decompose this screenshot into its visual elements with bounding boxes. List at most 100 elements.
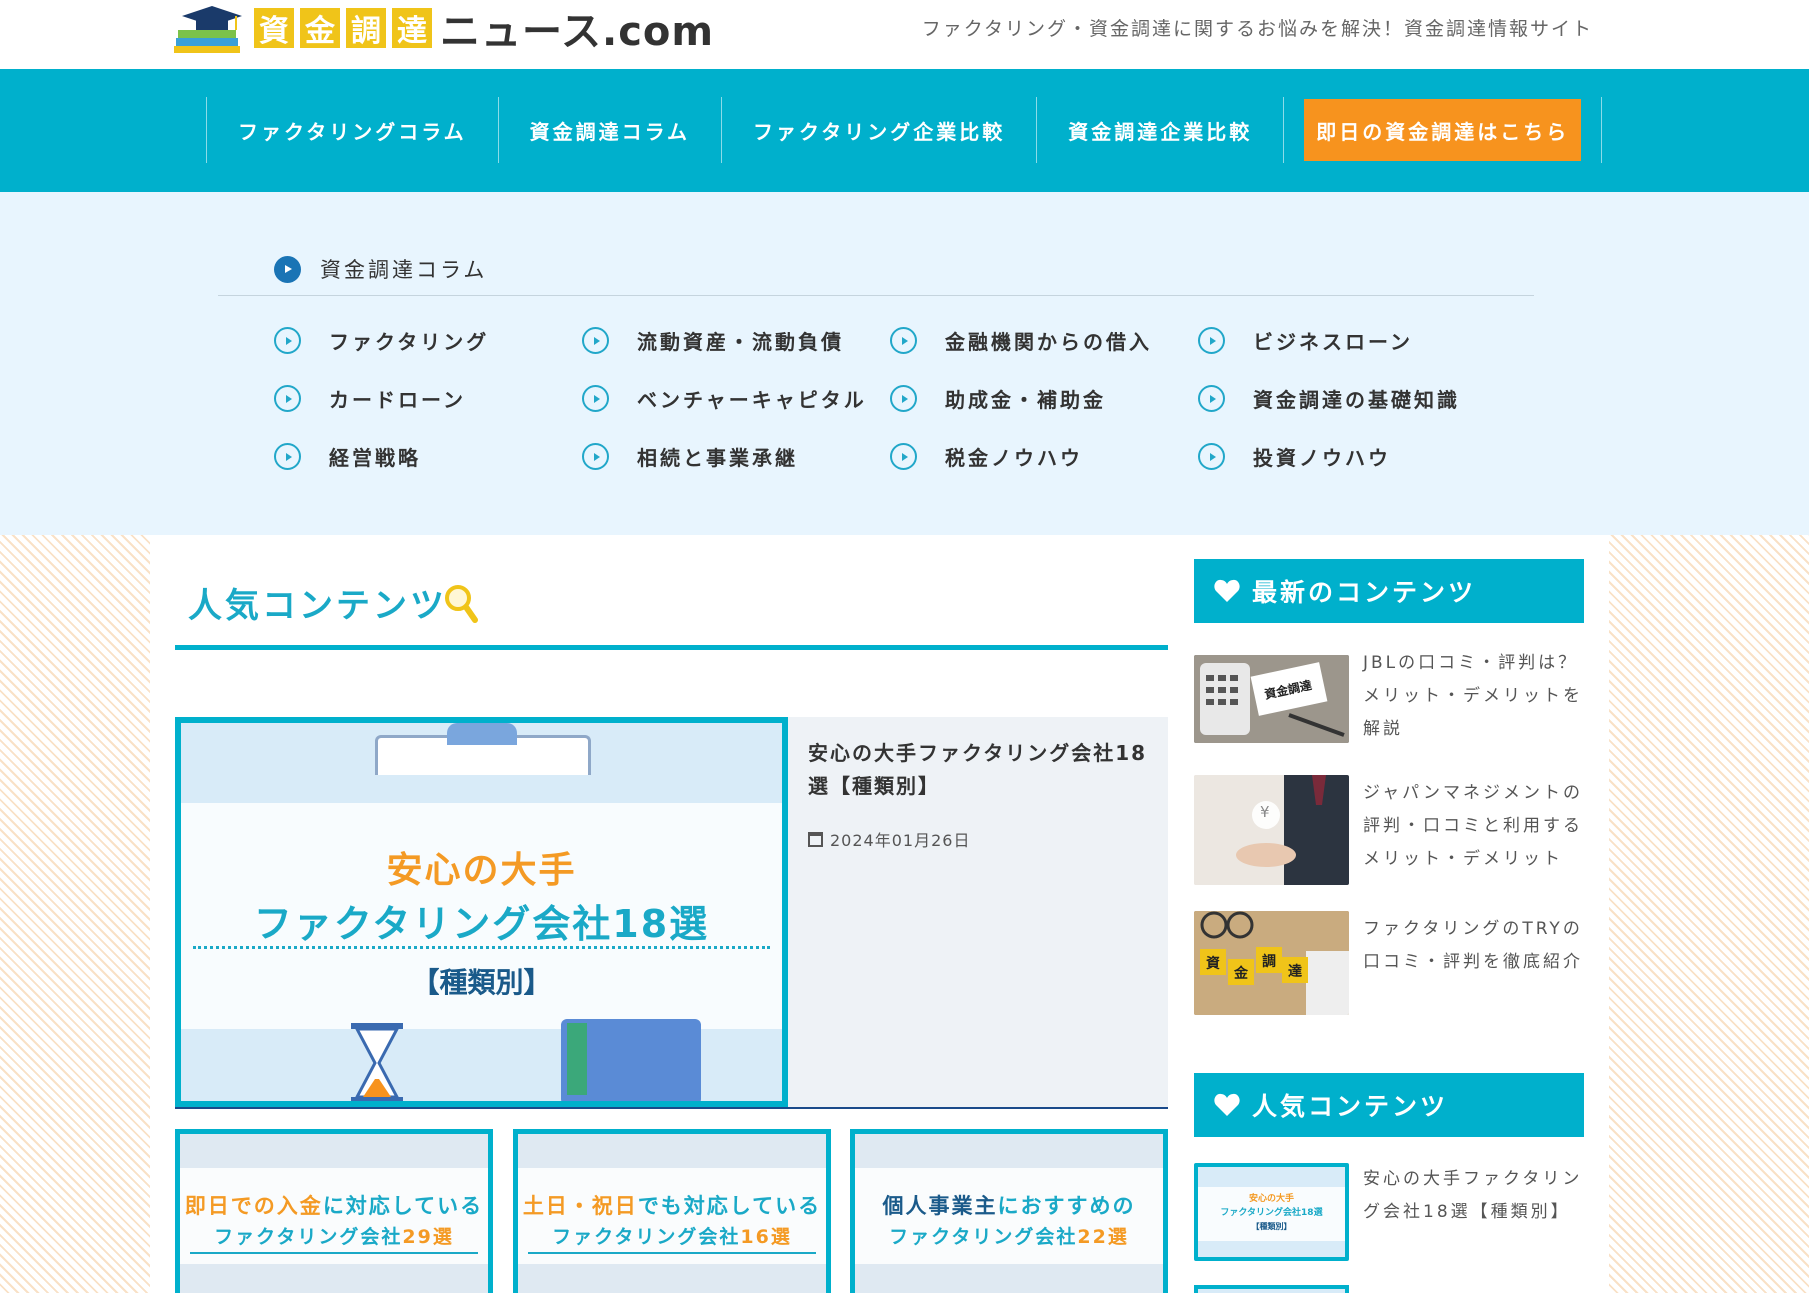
hourglass-icon [351,1023,403,1101]
nav-item-factoring-compare[interactable]: ファクタリング企業比較 [722,97,1038,163]
featured-article[interactable]: 安心の大手 ファクタリング会社18選 【種類別】 安心の大手ファクタリング会社1… [175,717,1168,1109]
menu-item-label: 税金ノウハウ [945,445,1083,470]
mega-menu-grid: ファクタリング 流動資産・流動負債 金融機関からの借入 ビジネスローン カードロ… [274,326,1474,470]
nav-item-factoring-column[interactable]: ファクタリングコラム [207,97,499,163]
card-line2: ファクタリング会社22選 [855,1222,1163,1249]
menu-item[interactable]: 助成金・補助金 [890,384,1198,412]
sidebar-heading-label: 人気コンテンツ [1252,1092,1449,1121]
section-title-popular: 人気コンテンツ [188,586,447,626]
featured-article-date: 2024年01月26日 [808,827,970,851]
logo-text: ニュース.com [440,9,715,55]
thumb-line2: ファクタリング会社18選 [1220,1208,1323,1218]
section-rule [175,645,1168,650]
sidebar-latest-item[interactable]: 資 金 調 達 ファクタリングのTRYの口コミ・評判を徹底紹介 [1194,911,1584,1015]
thumb-line1: 安心の大手 [1248,1194,1294,1204]
block-char: 達 [1288,964,1302,980]
logo-char: 資 [252,6,296,50]
card-highlight: 土日・祝日 [522,1194,638,1218]
menu-item[interactable]: カードローン [274,384,582,412]
menu-item[interactable]: ファクタリング [274,326,582,354]
card-text: ファクタリング会社 [889,1226,1078,1248]
card-text: におすすめの [997,1194,1136,1218]
calendar-icon [808,831,823,847]
play-circle-icon [1198,442,1225,470]
article-thumbnail-partial[interactable] [1194,1285,1349,1293]
sidebar-popular-item[interactable]: 安心の大手 ファクタリング会社18選 【種類別】 安心の大手ファクタリング会社1… [1194,1163,1584,1263]
featured-article-title[interactable]: 安心の大手ファクタリング会社18選【種類別】 [808,737,1158,803]
person-leg [567,1023,587,1095]
clipboard-clip [447,723,517,745]
card-count: 29選 [402,1226,454,1248]
card-rule [190,1252,478,1254]
card-count: 16選 [740,1226,792,1248]
menu-item-label: 資金調達の基礎知識 [1253,387,1460,412]
block-char: 資 [1206,956,1220,972]
card-highlight: 個人事業主 [882,1194,998,1218]
nav-item-funding-column[interactable]: 資金調達コラム [499,97,723,163]
dotted-divider [193,946,770,949]
card-text: ファクタリング会社 [214,1226,403,1248]
sidebar-heading-label: 最新のコンテンツ [1252,578,1477,607]
article-thumbnail: 安心の大手 ファクタリング会社18選 【種類別】 [1194,1163,1349,1261]
menu-item[interactable]: 税金ノウハウ [890,442,1198,470]
thumb-line3: 【種類別】 [1251,1222,1292,1231]
featured-image-line3: 【種類別】 [411,966,552,999]
graduation-cap-icon [174,6,242,53]
sidebar-item-title: ジャパンマネジメントの評判・口コミと利用するメリット・デメリット [1363,783,1583,869]
menu-item-label: ファクタリング [329,329,490,354]
article-card[interactable]: 即日での入金に対応している ファクタリング会社29選 [175,1129,493,1293]
article-card[interactable]: 個人事業主におすすめの ファクタリング会社22選 [850,1129,1168,1293]
menu-item-label: 流動資産・流動負債 [637,329,844,354]
date-text: 2024年01月26日 [830,831,971,850]
menu-item[interactable]: 相続と事業承継 [582,442,890,470]
menu-item[interactable]: ベンチャーキャピタル [582,384,890,412]
yen-symbol: ¥ [1260,803,1270,821]
featured-image-line1: 安心の大手 [386,850,577,891]
featured-article-image[interactable]: 安心の大手 ファクタリング会社18選 【種類別】 [175,717,788,1107]
menu-item-label: カードローン [329,387,466,412]
logo-char: 達 [390,6,434,50]
global-nav: ファクタリングコラム 資金調達コラム ファクタリング企業比較 資金調達企業比較 … [0,69,1809,192]
play-circle-icon [890,326,917,354]
same-day-funding-button[interactable]: 即日の資金調達はこちら [1304,99,1582,161]
menu-item[interactable]: 投資ノウハウ [1198,442,1506,470]
article-thumbnail: 資 金 調 達 [1194,911,1349,1015]
background-stripes-right [1609,535,1809,1293]
card-line1: 即日での入金に対応している [180,1190,488,1220]
menu-item-label: 金融機関からの借入 [945,329,1152,354]
sidebar-item-title: ファクタリングのTRYの口コミ・評判を徹底紹介 [1363,919,1583,972]
heart-icon [1214,1093,1240,1116]
logo-boxes: 資 金 調 達 [252,6,436,50]
menu-item[interactable]: 資金調達の基礎知識 [1198,384,1506,412]
block-char: 金 [1234,966,1248,982]
play-circle-icon [890,442,917,470]
logo-char: 調 [344,6,388,50]
menu-item[interactable]: 金融機関からの借入 [890,326,1198,354]
play-circle-icon [274,442,301,470]
menu-item[interactable]: 流動資産・流動負債 [582,326,890,354]
card-highlight: 即日での入金 [184,1194,323,1218]
mega-menu-heading[interactable]: 資金調達コラム [218,242,1534,296]
mega-menu-heading-label: 資金調達コラム [320,257,488,282]
site-header: 資 金 調 達 ニュース.com ファクタリング・資金調達に関するお悩みを解決！… [0,0,1809,69]
sidebar-latest-item[interactable]: ¥ ジャパンマネジメントの評判・口コミと利用するメリット・デメリット [1194,775,1584,885]
site-logo[interactable]: 資 金 調 達 ニュース.com [172,2,715,55]
article-card[interactable]: 土日・祝日でも対応している ファクタリング会社16選 [513,1129,831,1293]
menu-item-label: 経営戦略 [329,445,421,470]
businessman-illustration [1194,775,1349,885]
sidebar-latest-item[interactable]: 資金調達 JBLの口コミ・評判は？メリット・デメリットを解説 [1194,653,1584,745]
menu-item-label: ベンチャーキャピタル [637,387,867,412]
menu-item[interactable]: ビジネスローン [1198,326,1506,354]
menu-item[interactable]: 経営戦略 [274,442,582,470]
nav-item-funding-compare[interactable]: 資金調達企業比較 [1037,97,1285,163]
card-line2: ファクタリング会社29選 [180,1222,488,1249]
site-tagline: ファクタリング・資金調達に関するお悩みを解決！資金調達情報サイト [921,18,1593,40]
play-circle-icon [582,442,609,470]
card-line1: 土日・祝日でも対応している [518,1190,826,1220]
menu-item-label: 相続と事業承継 [637,445,798,470]
card-text: に対応している [322,1194,484,1218]
magnifier-icon [445,585,478,623]
card-rule [528,1252,816,1254]
nav-cta: 即日の資金調達はこちら [1284,97,1603,163]
play-circle-icon [582,384,609,412]
